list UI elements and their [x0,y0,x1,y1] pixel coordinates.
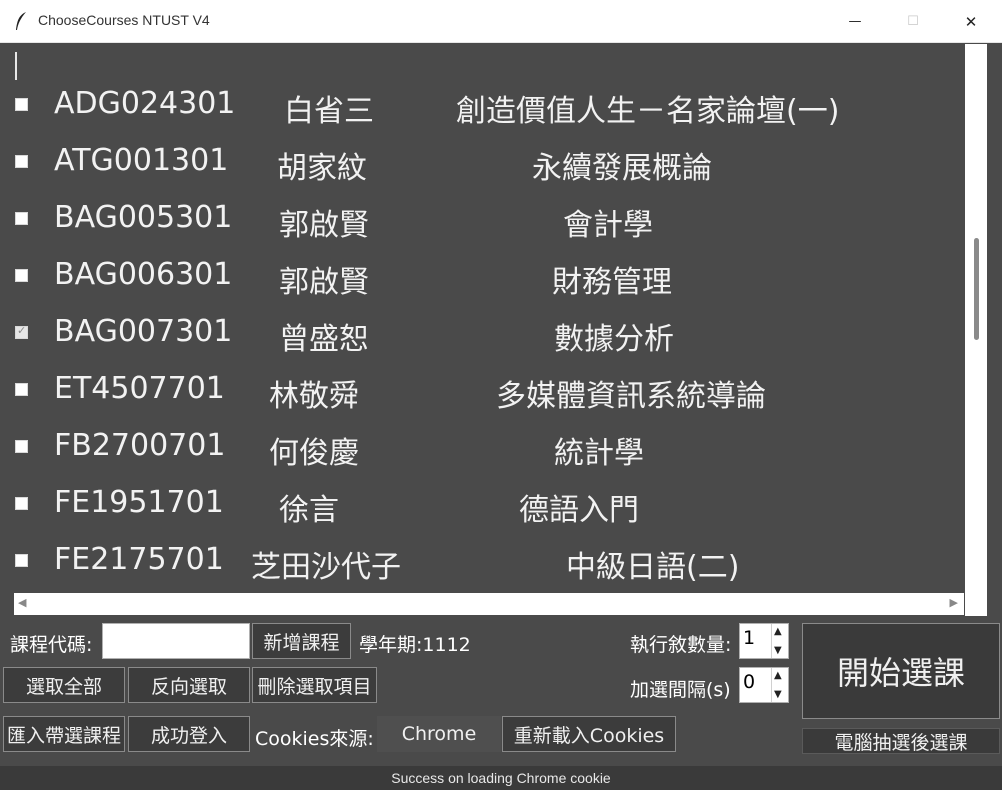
course-row[interactable]: FE1951701 徐言 德語入門 [14,481,964,538]
course-code: FE2175701 [54,542,224,577]
course-teacher: 白省三 [284,94,374,129]
interval-value: 0 [743,671,756,693]
course-row[interactable]: FE2175701 芝田沙代子 中級日語(二) [14,538,964,590]
course-code: BAG007301 [54,314,233,349]
course-name: 永續發展概論 [532,151,712,186]
threads-label: 執行敘數量: [630,634,732,656]
import-courses-button[interactable]: 匯入帶選課程 [3,716,125,752]
course-row[interactable]: FB2700701 何俊慶 統計學 [14,424,964,481]
course-name: 德語入門 [519,493,639,528]
vertical-scrollbar-thumb[interactable] [974,238,979,340]
course-teacher: 徐言 [279,493,339,528]
course-code-label: 課程代碼: [10,634,93,656]
window-title: ChooseCourses NTUST V4 [38,12,210,28]
minimize-button[interactable]: — [832,0,878,43]
course-checkbox[interactable] [15,269,28,282]
course-teacher: 郭啟賢 [279,265,369,300]
course-checkbox[interactable] [15,554,28,567]
course-row[interactable]: BAG006301 郭啟賢 財務管理 [14,253,964,310]
course-teacher: 芝田沙代子 [251,550,401,585]
course-checkbox[interactable] [15,383,28,396]
course-name: 創造價值人生－名家論壇(一) [456,94,840,129]
course-row[interactable]: BAG005301 郭啟賢 會計學 [14,196,964,253]
course-teacher: 林敬舜 [269,379,359,414]
course-name: 會計學 [563,208,653,243]
interval-spinbox[interactable]: 0 ▲ ▼ [739,667,789,703]
reload-cookies-button[interactable]: 重新載入Cookies [502,716,676,752]
course-name: 統計學 [554,436,644,471]
title-bar: ChooseCourses NTUST V4 — ☐ ✕ [0,0,1002,43]
course-name: 多媒體資訊系統導論 [496,379,766,414]
course-checkbox[interactable] [15,98,28,111]
course-code: BAG005301 [54,200,233,235]
text-cursor [15,52,17,80]
add-course-button[interactable]: 新增課程 [252,623,351,659]
course-checkbox[interactable] [15,324,28,339]
cookies-source-select[interactable]: Chrome [377,716,501,752]
course-checkbox[interactable] [15,497,28,510]
course-row[interactable]: ADG024301 白省三 創造價值人生－名家論壇(一) [14,82,964,139]
threads-value: 1 [743,627,756,649]
start-selection-button[interactable]: 開始選課 [802,623,1000,719]
course-teacher: 郭啟賢 [279,208,369,243]
status-text: Success on loading Chrome cookie [391,770,611,786]
course-checkbox[interactable] [15,440,28,453]
course-code-input[interactable] [102,623,250,659]
course-name: 數據分析 [554,322,674,357]
course-checkbox[interactable] [15,212,28,225]
maximize-icon: ☐ [907,14,919,29]
spin-up-icon[interactable]: ▲ [774,670,782,681]
horizontal-scrollbar[interactable]: ◀ ▶ [14,593,964,615]
lottery-mode-label[interactable]: 電腦抽選後選課 [802,728,1000,754]
course-name: 中級日語(二) [566,550,740,585]
course-code: FB2700701 [54,428,226,463]
scroll-right-icon[interactable]: ▶ [950,596,958,609]
threads-spinbox[interactable]: 1 ▲ ▼ [739,623,789,659]
login-success-button[interactable]: 成功登入 [128,716,250,752]
status-bar: Success on loading Chrome cookie [0,766,1002,790]
course-name: 財務管理 [552,265,672,300]
semester-label: 學年期:1112 [359,634,471,656]
spin-up-icon[interactable]: ▲ [774,626,782,637]
course-teacher: 何俊慶 [269,436,359,471]
vertical-scrollbar[interactable] [965,44,987,616]
course-code: BAG006301 [54,257,233,292]
cookies-source-label: Cookies來源: [255,728,374,750]
course-code: ET4507701 [54,371,225,406]
course-row[interactable]: BAG007301 曾盛恕 數據分析 [14,310,964,367]
interval-label: 加選間隔(s) [630,679,731,701]
select-all-button[interactable]: 選取全部 [3,667,125,703]
course-checkbox[interactable] [15,155,28,168]
feather-icon [16,12,26,30]
delete-selected-button[interactable]: 刪除選取項目 [252,667,377,703]
close-icon: ✕ [964,12,978,31]
scroll-left-icon[interactable]: ◀ [18,596,26,609]
minimize-icon: — [848,14,862,29]
course-teacher: 曾盛恕 [279,322,369,357]
spin-down-icon[interactable]: ▼ [774,645,782,656]
close-button[interactable]: ✕ [948,0,994,43]
course-list[interactable]: ADG024301 白省三 創造價值人生－名家論壇(一) ATG001301 胡… [14,44,964,590]
spin-down-icon[interactable]: ▼ [774,689,782,700]
course-code: ADG024301 [54,86,236,121]
course-code: ATG001301 [54,143,229,178]
course-teacher: 胡家紋 [277,151,367,186]
course-row[interactable]: ATG001301 胡家紋 永續發展概論 [14,139,964,196]
maximize-button[interactable]: ☐ [890,0,936,43]
invert-selection-button[interactable]: 反向選取 [128,667,250,703]
course-code: FE1951701 [54,485,224,520]
course-row[interactable]: ET4507701 林敬舜 多媒體資訊系統導論 [14,367,964,424]
